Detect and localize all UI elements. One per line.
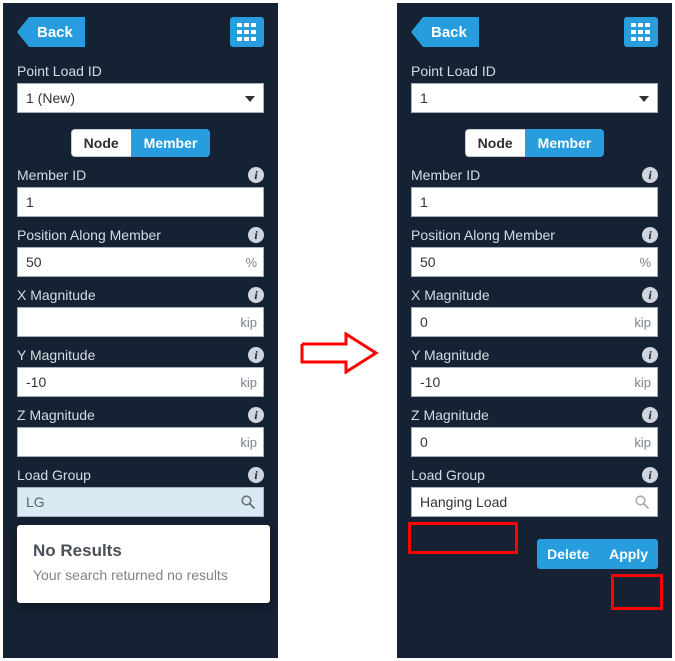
position-input-wrap: %: [17, 247, 264, 277]
position-input[interactable]: [412, 248, 657, 276]
unit-label: %: [639, 248, 651, 276]
position-input[interactable]: [18, 248, 263, 276]
select-point-load-id-value: 1: [420, 90, 428, 106]
zmag-input[interactable]: [18, 428, 263, 456]
target-toggle: Node Member: [17, 129, 264, 157]
label-load-group: Load Group: [411, 467, 485, 483]
target-toggle: Node Member: [411, 129, 658, 157]
ymag-input-wrap: kip: [411, 367, 658, 397]
label-point-load-id: Point Load ID: [17, 63, 264, 79]
label-load-group: Load Group: [17, 467, 91, 483]
select-point-load-id[interactable]: 1: [411, 83, 658, 113]
topbar: Back: [17, 17, 264, 47]
xmag-input-wrap: kip: [411, 307, 658, 337]
info-icon[interactable]: i: [642, 347, 658, 363]
back-button[interactable]: Back: [29, 17, 85, 47]
load-group-input[interactable]: [18, 488, 263, 516]
topbar: Back: [411, 17, 658, 47]
info-icon[interactable]: i: [642, 467, 658, 483]
label-ymag: Y Magnitude: [411, 347, 489, 363]
info-icon[interactable]: i: [642, 227, 658, 243]
zmag-input-wrap: kip: [17, 427, 264, 457]
label-member-id: Member ID: [411, 167, 480, 183]
xmag-input[interactable]: [18, 308, 263, 336]
info-icon[interactable]: i: [248, 467, 264, 483]
apply-button[interactable]: Apply: [599, 539, 658, 569]
load-group-input[interactable]: [412, 488, 657, 516]
search-icon: [241, 495, 255, 509]
panel-right: Back Point Load ID 1 Node Member Member …: [397, 3, 672, 658]
info-icon[interactable]: i: [642, 407, 658, 423]
no-results-title: No Results: [33, 541, 254, 561]
toggle-member-button[interactable]: Member: [131, 129, 211, 157]
chevron-down-icon: [245, 96, 255, 102]
zmag-input-wrap: kip: [411, 427, 658, 457]
info-icon[interactable]: i: [248, 227, 264, 243]
member-id-input-wrap: [17, 187, 264, 217]
search-icon: [635, 495, 649, 509]
toggle-node-button[interactable]: Node: [465, 129, 525, 157]
info-icon[interactable]: i: [248, 167, 264, 183]
select-point-load-id[interactable]: 1 (New): [17, 83, 264, 113]
position-input-wrap: %: [411, 247, 658, 277]
select-point-load-id-value: 1 (New): [26, 90, 75, 106]
table-view-button[interactable]: [230, 17, 264, 47]
ymag-input-wrap: kip: [17, 367, 264, 397]
label-ymag: Y Magnitude: [17, 347, 95, 363]
load-group-input-wrap: [411, 487, 658, 517]
load-group-input-wrap: [17, 487, 264, 517]
member-id-input[interactable]: [18, 188, 263, 216]
no-results-popup: No Results Your search returned no resul…: [17, 525, 270, 603]
toggle-node-button[interactable]: Node: [71, 129, 131, 157]
label-xmag: X Magnitude: [411, 287, 490, 303]
label-position: Position Along Member: [411, 227, 555, 243]
info-icon[interactable]: i: [248, 287, 264, 303]
table-view-button[interactable]: [624, 17, 658, 47]
unit-label: kip: [240, 428, 257, 456]
label-position: Position Along Member: [17, 227, 161, 243]
unit-label: %: [245, 248, 257, 276]
no-results-text: Your search returned no results: [33, 567, 254, 583]
toggle-member-button[interactable]: Member: [525, 129, 605, 157]
action-buttons: Delete Apply: [411, 539, 658, 569]
chevron-down-icon: [639, 96, 649, 102]
panel-left: Back Point Load ID 1 (New) Node Member M…: [3, 3, 278, 658]
delete-button[interactable]: Delete: [537, 539, 599, 569]
unit-label: kip: [240, 368, 257, 396]
unit-label: kip: [634, 428, 651, 456]
xmag-input[interactable]: [412, 308, 657, 336]
info-icon[interactable]: i: [642, 167, 658, 183]
label-zmag: Z Magnitude: [411, 407, 489, 423]
zmag-input[interactable]: [412, 428, 657, 456]
member-id-input[interactable]: [412, 188, 657, 216]
member-id-input-wrap: [411, 187, 658, 217]
unit-label: kip: [634, 368, 651, 396]
info-icon[interactable]: i: [642, 287, 658, 303]
grid-icon: [237, 23, 257, 41]
unit-label: kip: [634, 308, 651, 336]
label-member-id: Member ID: [17, 167, 86, 183]
back-button[interactable]: Back: [423, 17, 479, 47]
info-icon[interactable]: i: [248, 347, 264, 363]
label-point-load-id: Point Load ID: [411, 63, 658, 79]
grid-icon: [631, 23, 651, 41]
info-icon[interactable]: i: [248, 407, 264, 423]
ymag-input[interactable]: [18, 368, 263, 396]
xmag-input-wrap: kip: [17, 307, 264, 337]
label-zmag: Z Magnitude: [17, 407, 95, 423]
unit-label: kip: [240, 308, 257, 336]
ymag-input[interactable]: [412, 368, 657, 396]
label-xmag: X Magnitude: [17, 287, 96, 303]
arrow-icon: [300, 332, 380, 374]
